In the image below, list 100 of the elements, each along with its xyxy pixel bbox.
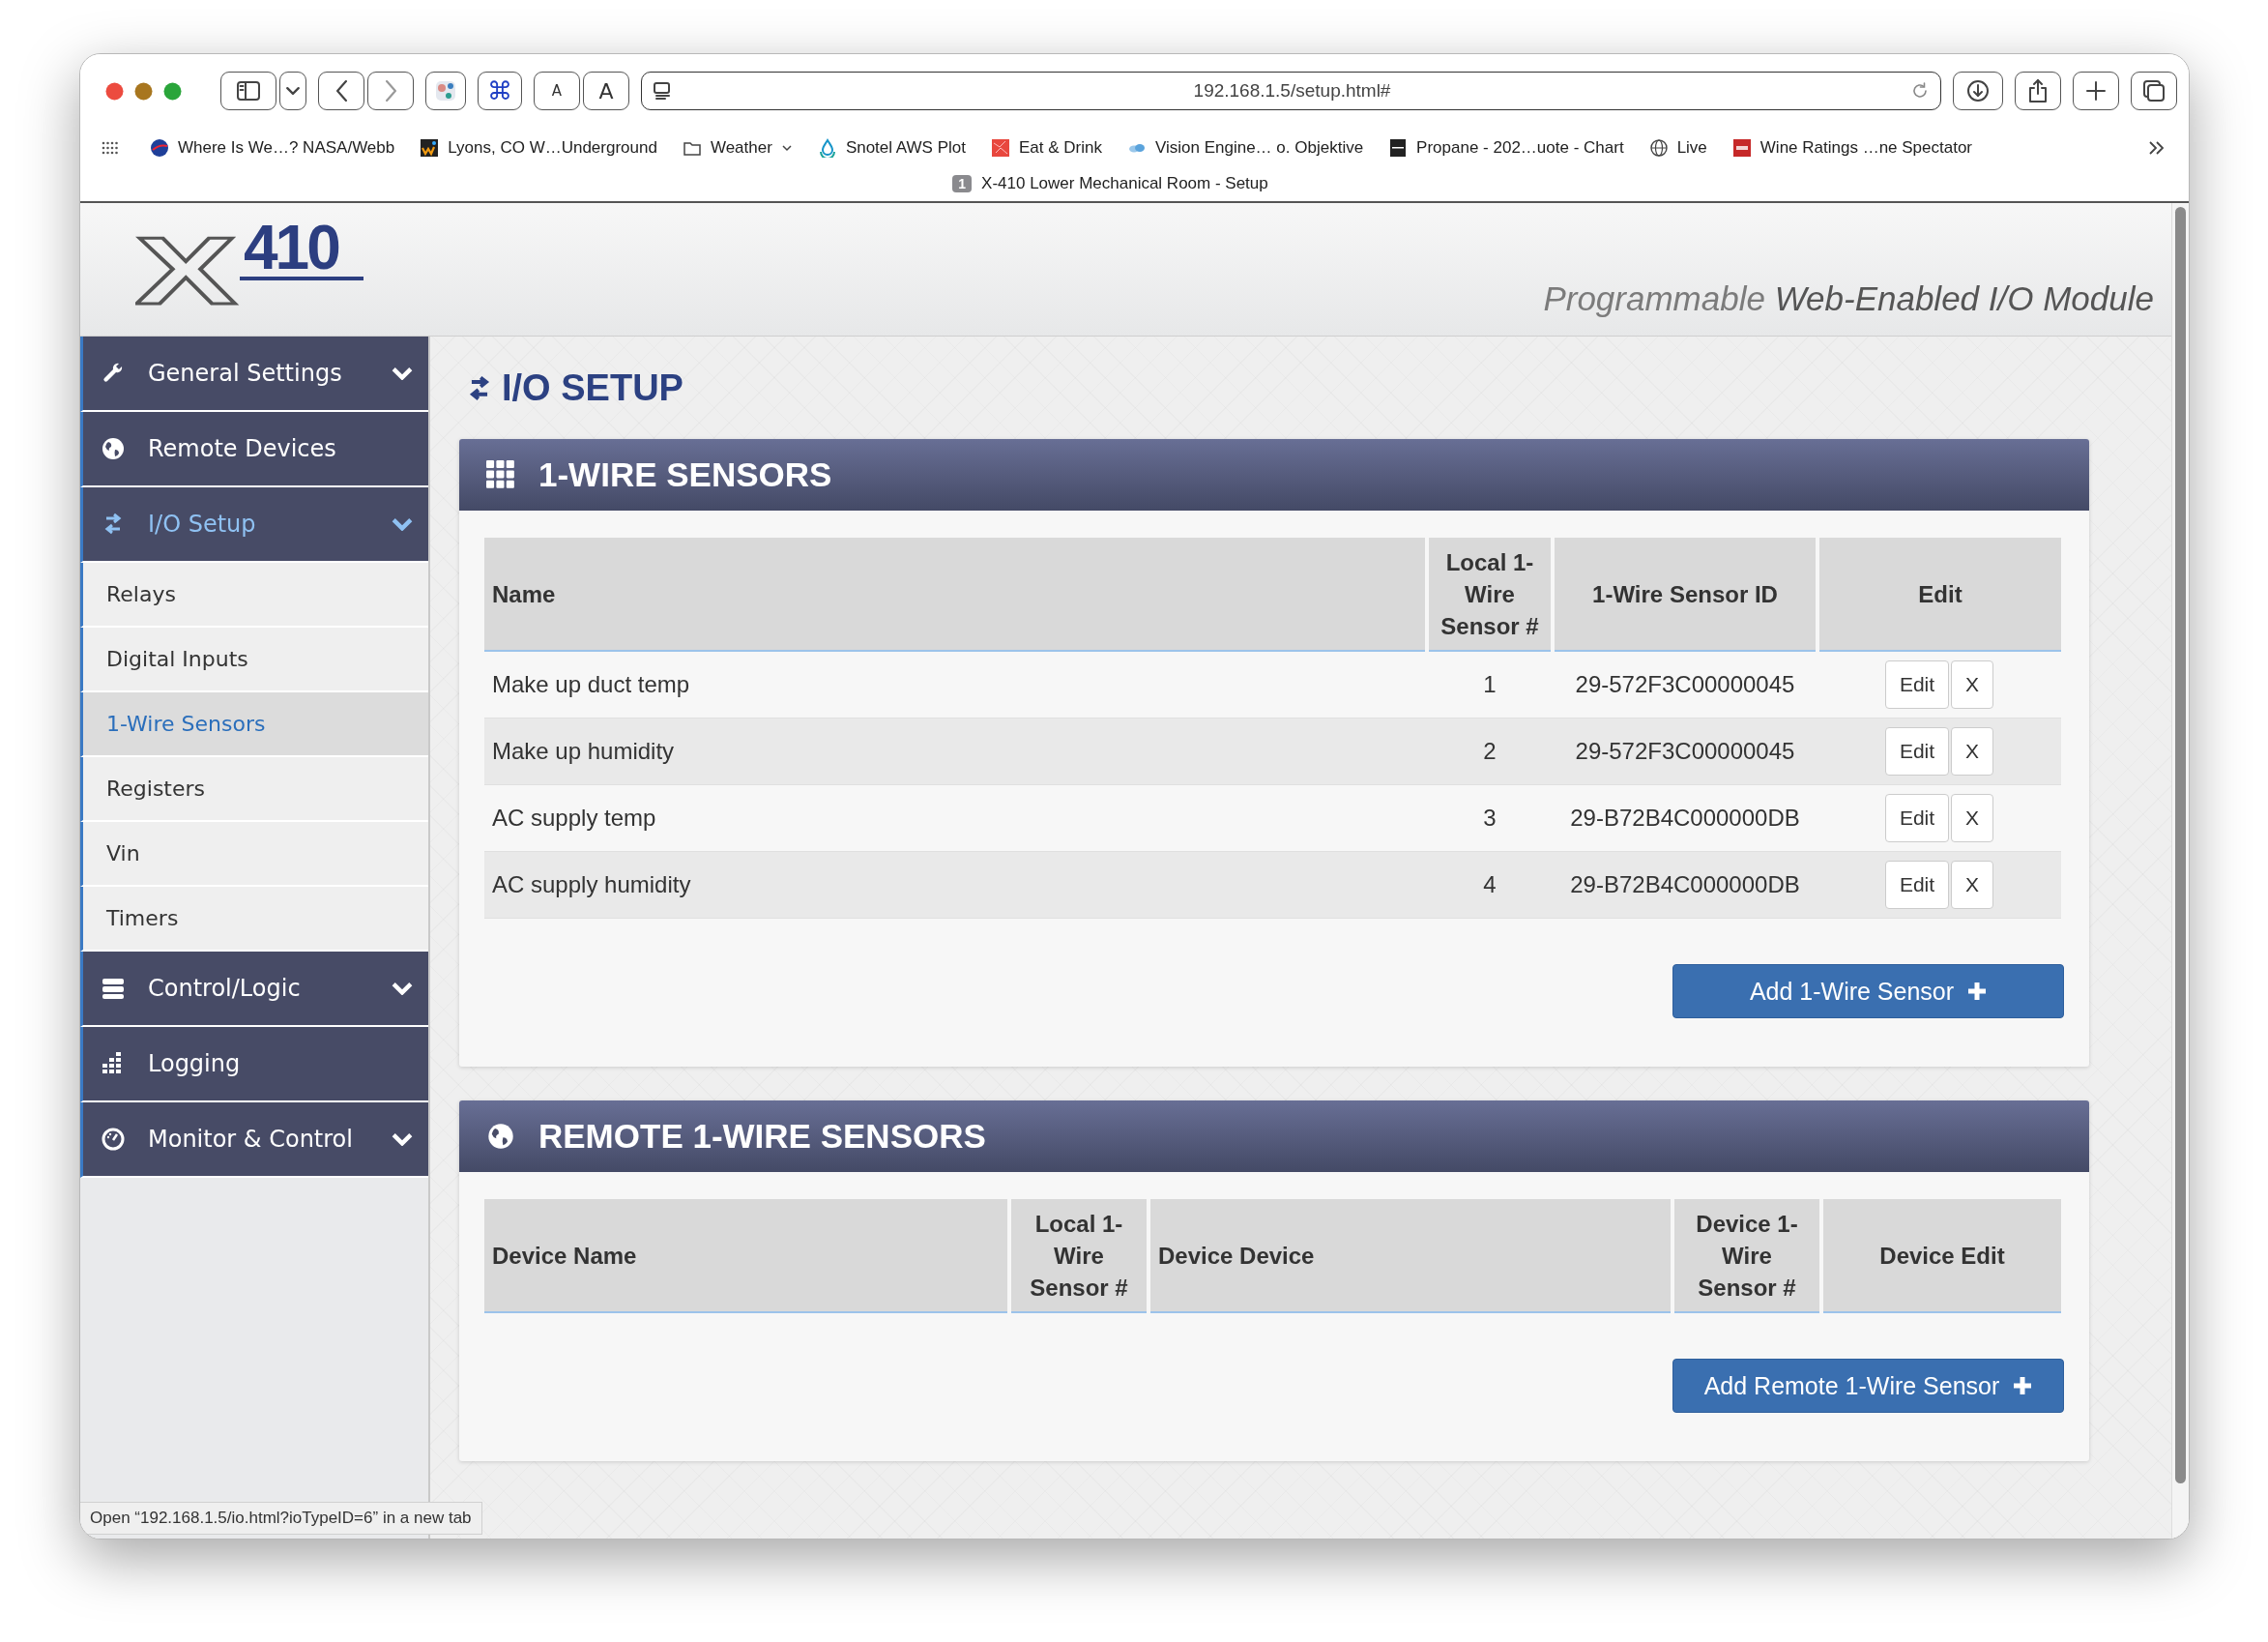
tabs-icon: [2140, 77, 2167, 104]
sidebar-item[interactable]: Logging: [80, 1027, 428, 1102]
table-cell: 3: [1427, 784, 1553, 852]
bookmark-link[interactable]: Propane - 202…uote - Chart: [1388, 138, 1624, 158]
chevron-down-button[interactable]: [279, 72, 306, 110]
chevron-down-icon: [392, 982, 413, 995]
status-bar: Open “192.168.1.5/io.html?ioTypeID=6” in a new tab: [80, 1502, 482, 1535]
square-logo-icon: [1388, 138, 1409, 158]
table-cell: AC supply humidity: [484, 851, 1427, 919]
globe-icon: [486, 1122, 515, 1151]
scrollbar-thumb[interactable]: [2175, 207, 2186, 1483]
column-header: 1-Wire Sensor ID: [1553, 538, 1817, 651]
plus-icon: [1967, 982, 1988, 1001]
plus-icon: [2013, 1376, 2033, 1395]
sidebar-button[interactable]: [220, 72, 276, 110]
window-control-icon[interactable]: [134, 81, 153, 101]
table-cell: 4: [1427, 851, 1553, 919]
tab-title: X-410 Lower Mechanical Room - Setup: [981, 174, 1268, 193]
sidebar-subitem[interactable]: 1-Wire Sensors: [80, 692, 428, 757]
bookmark-link[interactable]: Wine Ratings …ne Spectator: [1731, 138, 1973, 158]
chevron-down-icon: [286, 87, 300, 95]
edit-button[interactable]: Edit: [1884, 727, 1950, 776]
column-header: Device Device: [1149, 1199, 1672, 1312]
table-cell: 2: [1427, 718, 1553, 785]
chevron-down-icon: [392, 1132, 413, 1146]
page-title: I/O SETUP: [502, 367, 683, 409]
chevron-down-icon: [392, 367, 413, 380]
globe-icon: [1648, 138, 1669, 158]
table-cell: Make up humidity: [484, 718, 1427, 785]
tab-count-badge: 1: [952, 175, 973, 192]
sidebar-item[interactable]: Remote Devices: [80, 412, 428, 487]
delete-button[interactable]: X: [1951, 727, 1994, 776]
bookmark-link[interactable]: Live: [1648, 138, 1707, 158]
url-text: 192.168.1.5/setup.html#: [1192, 80, 1392, 102]
table-cell: 1: [1427, 651, 1553, 718]
forward-icon: [385, 80, 396, 102]
column-header: Device Edit: [1821, 1199, 2061, 1312]
bookmark-link[interactable]: Where Is We…? NASA/Webb: [150, 138, 395, 158]
sidebar-subitem[interactable]: Relays: [80, 563, 428, 628]
delete-button[interactable]: X: [1951, 660, 1994, 709]
tagline: Programmable Web-Enabled I/O Module: [1543, 279, 2154, 318]
sidebar-subitem[interactable]: Vin: [80, 822, 428, 887]
sidebar-item[interactable]: General Settings: [80, 337, 428, 412]
font-larger-button[interactable]: A: [583, 72, 629, 110]
edit-button[interactable]: Edit: [1884, 794, 1950, 842]
delete-button[interactable]: X: [1951, 861, 1994, 909]
tabs-button[interactable]: [2131, 72, 2177, 110]
share-button[interactable]: [2015, 72, 2061, 110]
chevron-down-icon: [392, 517, 413, 531]
font-smaller-button[interactable]: A: [534, 72, 580, 110]
command-button[interactable]: ⌘: [478, 72, 522, 110]
back-icon: [335, 80, 347, 102]
sidebar-subitem[interactable]: Registers: [80, 757, 428, 822]
table-cell: 29-B72B4C000000DB: [1553, 784, 1817, 852]
add-button[interactable]: Add Remote 1-Wire Sensor: [1672, 1359, 2064, 1413]
water-drop-icon: [817, 138, 837, 158]
plus-button[interactable]: [2073, 72, 2119, 110]
column-header: Edit: [1817, 538, 2061, 651]
table-cell: Make up duct temp: [484, 651, 1427, 718]
sidebar-item[interactable]: I/O Setup: [80, 487, 428, 563]
bookmark-link[interactable]: Snotel AWS Plot: [817, 138, 966, 158]
bookmark-link[interactable]: Lyons, CO W…Underground: [420, 138, 657, 158]
square-logo-icon: [420, 138, 440, 158]
delete-button[interactable]: X: [1951, 794, 1994, 842]
gauge-icon: [100, 1127, 127, 1152]
window-control-icon[interactable]: [163, 81, 182, 101]
download-icon: [1964, 77, 1992, 104]
sidebar-subitem[interactable]: Timers: [80, 887, 428, 952]
grid-icon[interactable]: [102, 139, 119, 157]
column-header: Device Name: [484, 1199, 1009, 1312]
column-header: Name: [484, 538, 1427, 651]
browser-tab[interactable]: 1 X-410 Lower Mechanical Room - Setup: [952, 174, 1268, 193]
round-logo-icon: [150, 138, 169, 158]
download-button[interactable]: [1953, 72, 2003, 110]
sidebar-subitem[interactable]: Digital Inputs: [80, 628, 428, 692]
panel-title: 1-WIRE SENSORS: [538, 455, 832, 494]
column-header: Device 1-Wire Sensor #: [1672, 1199, 1821, 1312]
back-button[interactable]: [318, 72, 364, 110]
forward-button[interactable]: [367, 72, 414, 110]
column-header: Local 1-Wire Sensor #: [1427, 538, 1553, 651]
sidebar-item[interactable]: Control/Logic: [80, 952, 428, 1027]
edit-button[interactable]: Edit: [1884, 660, 1950, 709]
table-cell: 29-572F3C00000045: [1553, 651, 1817, 718]
bookmark-link[interactable]: Eat & Drink: [991, 138, 1102, 158]
bookmark-link[interactable]: Weather: [682, 138, 793, 158]
add-button[interactable]: Add 1-Wire Sensor: [1672, 964, 2064, 1018]
app-button[interactable]: [425, 72, 466, 110]
table-cell: 29-572F3C00000045: [1553, 718, 1817, 785]
bookmark-link[interactable]: Vision Engine… o. Objektive: [1126, 138, 1364, 158]
globe-icon: [100, 436, 127, 461]
table-cell: AC supply temp: [484, 784, 1427, 852]
sidebar-item[interactable]: Monitor & Control: [80, 1102, 428, 1178]
panel-title: REMOTE 1-WIRE SENSORS: [538, 1117, 986, 1156]
window-control-icon[interactable]: [105, 81, 124, 101]
column-header: Local 1-Wire Sensor #: [1009, 1199, 1149, 1312]
address-field[interactable]: 192.168.1.5/setup.html#: [641, 72, 1941, 110]
edit-button[interactable]: Edit: [1884, 861, 1950, 909]
table-cell: 29-B72B4C000000DB: [1553, 851, 1817, 919]
square-logo-icon: [991, 138, 1010, 158]
square-logo-icon: [1731, 138, 1752, 158]
